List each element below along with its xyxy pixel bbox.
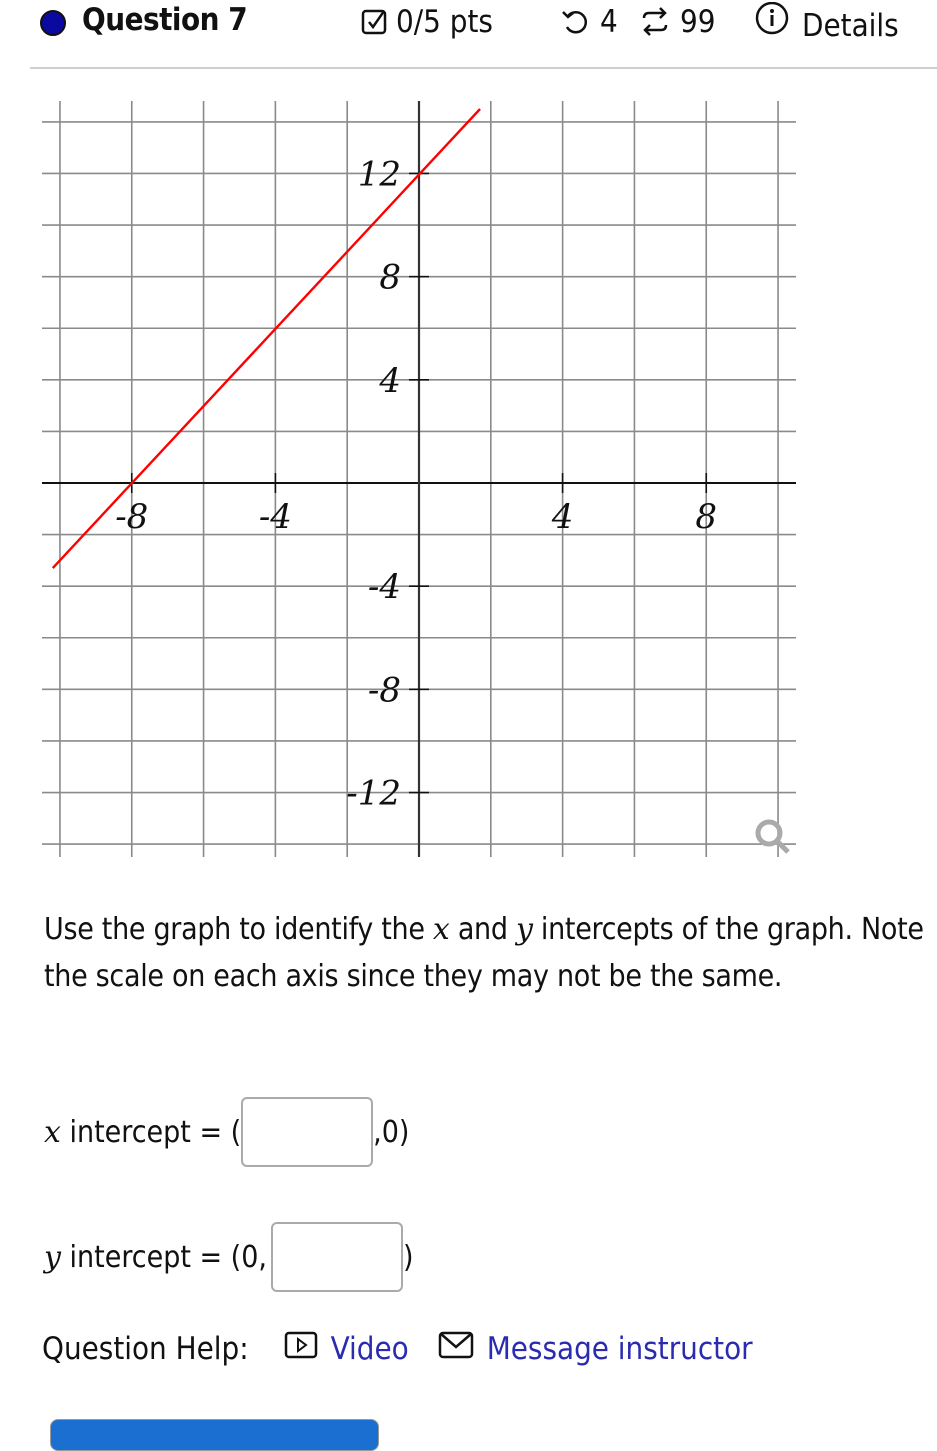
check-square-icon (360, 7, 390, 37)
x-intercept-label: intercept = ( (60, 1114, 242, 1150)
question-status-dot (40, 10, 66, 36)
y-tick-label: 8 (379, 258, 401, 298)
question-prompt: Use the graph to identify the x and y in… (44, 906, 924, 1000)
x-tick-label: 8 (695, 497, 717, 537)
y-intercept-label: intercept = (0, (60, 1239, 267, 1275)
math-var-y: y (44, 1239, 61, 1275)
y-tick-label: -12 (346, 774, 401, 814)
submissions-indicator: 99 (640, 4, 715, 40)
y-intercept-suffix: ) (402, 1239, 414, 1275)
x-tick-label: 4 (551, 497, 574, 537)
axes (42, 101, 796, 857)
retries-count: 4 (600, 4, 618, 40)
y-tick-label: 12 (358, 154, 401, 194)
repeat-icon (640, 6, 670, 38)
info-icon (752, 2, 792, 42)
x-intercept-suffix: ,0) (373, 1114, 410, 1150)
question-help-label: Question Help: (42, 1331, 249, 1367)
message-instructor-link[interactable]: Message instructor (437, 1330, 753, 1368)
points-text: 0/5 pts (396, 4, 493, 40)
y-tick-label: -4 (368, 567, 401, 607)
undo-icon (560, 7, 590, 37)
x-intercept-input[interactable] (241, 1097, 374, 1167)
math-var-y: y (515, 912, 533, 947)
x-tick-label: -8 (115, 497, 148, 537)
details-button[interactable]: Details (752, 0, 899, 44)
magnifier-icon[interactable] (755, 819, 790, 854)
points-indicator: 0/5 pts (360, 4, 493, 40)
y-tick-label: -8 (368, 670, 401, 710)
question-title: Question 7 (82, 2, 248, 38)
details-label[interactable]: Details (802, 8, 899, 44)
y-intercept-row: y intercept = (0, ) (44, 1222, 414, 1292)
submissions-count: 99 (680, 4, 716, 40)
graph: -8 -4 4 8 12 8 4 -4 -8 -12 (42, 101, 796, 857)
video-link[interactable]: Video (283, 1330, 409, 1368)
header-divider (30, 67, 937, 69)
envelope-icon (437, 1330, 475, 1368)
video-link-label[interactable]: Video (331, 1331, 409, 1367)
question-header: Question 7 0/5 pts 4 99 Details (0, 0, 937, 70)
prompt-text: Use the graph to identify the (44, 912, 433, 947)
math-var-x: x (432, 912, 450, 947)
y-intercept-input[interactable] (270, 1222, 403, 1292)
prompt-text: and (449, 912, 516, 947)
x-intercept-row: x intercept = ( ,0) (44, 1097, 409, 1167)
message-instructor-label[interactable]: Message instructor (487, 1331, 753, 1367)
question-help: Question Help: Video Message instructor (42, 1330, 753, 1368)
video-play-icon (283, 1330, 319, 1368)
y-tick-label: 4 (378, 361, 401, 401)
x-tick-label: -4 (259, 497, 292, 537)
submit-button[interactable] (50, 1419, 379, 1451)
retries-indicator: 4 (560, 4, 618, 40)
math-var-x: x (44, 1114, 61, 1150)
